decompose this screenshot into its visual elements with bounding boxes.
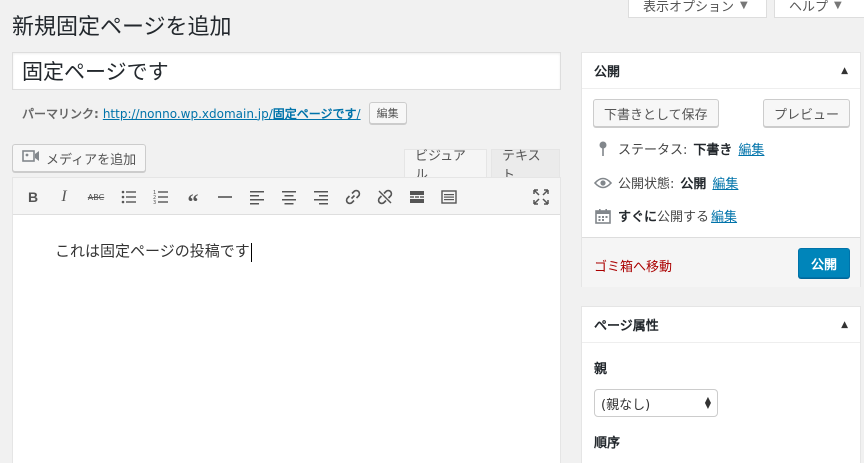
add-media-label: メディアを追加 — [46, 152, 137, 168]
tab-visual[interactable]: ビジュアル — [404, 149, 487, 183]
edit-slug-button[interactable]: 編集 — [368, 102, 407, 124]
editor-content[interactable]: これは固定ページの投稿です — [55, 240, 252, 262]
page-attributes-title: ページ属性 — [594, 319, 659, 334]
fullscreen-icon[interactable] — [531, 187, 551, 207]
caret-down-icon: ▼ — [740, 0, 748, 11]
permalink-slug: 固定ページです — [272, 106, 357, 121]
help-label: ヘルプ — [789, 0, 829, 15]
read-more-icon[interactable] — [407, 187, 427, 207]
svg-text:3: 3 — [153, 200, 156, 205]
permalink-label: パーマリンク: — [22, 106, 99, 121]
strikethrough-icon[interactable]: ABC — [86, 187, 106, 207]
help-tab[interactable]: ヘルプ ▼ — [774, 0, 864, 18]
blockquote-icon[interactable]: “ — [183, 187, 203, 214]
permalink-base: http://nonno.wp.xdomain.jp/ — [102, 106, 273, 121]
visibility-value: 公開 — [680, 177, 707, 192]
link-icon[interactable] — [343, 187, 363, 207]
parent-select-value: (親なし) — [601, 397, 651, 413]
order-label: 順序 — [594, 436, 621, 451]
align-right-icon[interactable] — [311, 187, 331, 207]
screen-options-label: 表示オプション — [643, 0, 735, 15]
align-left-icon[interactable] — [247, 187, 267, 207]
screen-options-tab[interactable]: 表示オプション ▼ — [628, 0, 767, 18]
status-row: ステータス: 下書き 編集 — [594, 139, 764, 158]
parent-label: 親 — [594, 362, 608, 377]
bullet-list-icon[interactable] — [119, 187, 139, 207]
preview-button[interactable]: プレビュー — [763, 99, 851, 127]
calendar-icon — [594, 208, 612, 224]
schedule-row: すぐに公開する 編集 — [594, 206, 737, 225]
collapse-icon[interactable]: ▲ — [841, 320, 848, 330]
visibility-row: 公開状態: 公開 編集 — [594, 173, 738, 192]
caret-down-icon: ▼ — [834, 0, 842, 11]
schedule-label: すぐに — [618, 210, 658, 225]
collapse-icon[interactable]: ▲ — [841, 66, 848, 76]
editor-toolbar: B I ABC 123 “ — [13, 178, 560, 215]
publish-box-header[interactable]: 公開 ▲ — [582, 53, 860, 89]
page-attributes-header[interactable]: ページ属性 ▲ — [582, 307, 860, 343]
tab-text[interactable]: テキスト — [491, 149, 560, 183]
post-title-input[interactable]: 固定ページです — [12, 52, 561, 90]
visibility-label: 公開状態: — [618, 177, 675, 192]
permalink-row: パーマリンク: http://nonno.wp.xdomain.jp/固定ページ… — [22, 102, 407, 124]
publish-box: 公開 ▲ 下書きとして保存 プレビュー ステータス: 下書き 編集 公開状態: … — [581, 52, 861, 287]
align-center-icon[interactable] — [279, 187, 299, 207]
unlink-icon[interactable] — [375, 187, 395, 207]
eye-icon — [594, 177, 612, 189]
schedule-suffix: 公開する — [657, 210, 710, 225]
bold-icon[interactable]: B — [23, 187, 43, 207]
select-arrows-icon: ▲ ▼ — [704, 395, 711, 410]
status-value: 下書き — [693, 143, 733, 158]
publish-actions: ゴミ箱へ移動 公開 — [582, 237, 860, 287]
pin-icon — [594, 141, 612, 157]
page-attributes-box: ページ属性 ▲ 親 (親なし) ▲ ▼ 順序 — [581, 306, 861, 463]
edit-visibility-link[interactable]: 編集 — [712, 173, 738, 192]
toolbar-toggle-icon[interactable] — [439, 187, 459, 207]
media-icon — [22, 148, 40, 168]
content-text: これは固定ページの投稿です — [55, 242, 250, 260]
edit-status-link[interactable]: 編集 — [738, 139, 764, 158]
page-title: 新規固定ページを追加 — [12, 15, 232, 40]
status-label: ステータス: — [618, 143, 688, 158]
permalink-trailing: / — [356, 106, 361, 121]
publish-button[interactable]: 公開 — [798, 248, 851, 278]
text-cursor — [250, 242, 252, 262]
numbered-list-icon[interactable]: 123 — [151, 187, 171, 207]
permalink-link[interactable]: http://nonno.wp.xdomain.jp/固定ページです/ — [103, 105, 361, 122]
content-editor[interactable]: B I ABC 123 “ これは固定ページの投稿です — [12, 177, 561, 463]
italic-icon[interactable]: I — [54, 187, 74, 207]
publish-box-title: 公開 — [594, 65, 621, 80]
parent-select[interactable]: (親なし) ▲ ▼ — [594, 389, 718, 417]
move-to-trash-link[interactable]: ゴミ箱へ移動 — [594, 256, 672, 275]
save-draft-button[interactable]: 下書きとして保存 — [593, 99, 719, 127]
edit-schedule-link[interactable]: 編集 — [711, 206, 737, 225]
add-media-button[interactable]: メディアを追加 — [12, 144, 147, 172]
horizontal-rule-icon[interactable] — [215, 187, 235, 207]
